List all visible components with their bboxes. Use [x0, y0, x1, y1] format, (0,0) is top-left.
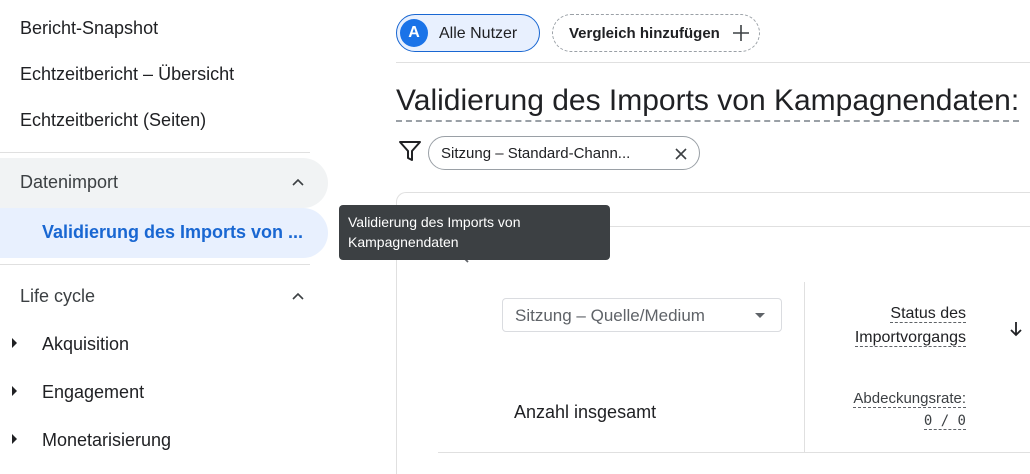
coverage-rate: Abdeckungsrate: 0 / 0 — [853, 388, 966, 432]
total-row-label: Anzahl insgesamt — [514, 402, 657, 422]
arrow-down-icon[interactable] — [1008, 320, 1024, 338]
sidebar: Bericht-Snapshot Echtzeitbericht – Übers… — [0, 0, 340, 474]
caret-right-icon[interactable] — [12, 338, 17, 348]
nav-divider — [0, 152, 310, 153]
column-header-line: Status des — [890, 305, 966, 323]
filter-chip-label: Sitzung – Standard-Chann... — [441, 145, 631, 162]
add-comparison-button[interactable]: Vergleich hinzufügen — [552, 14, 760, 52]
coverage-label: Abdeckungsrate: — [853, 390, 966, 408]
add-comparison-label: Vergleich hinzufügen — [569, 25, 720, 42]
close-icon[interactable] — [673, 146, 689, 162]
nav-item-bericht-snapshot[interactable]: Bericht-Snapshot — [20, 18, 158, 39]
nav-item-echtzeit-seiten[interactable]: Echtzeitbericht (Seiten) — [20, 110, 206, 131]
dimension-select-value: Sitzung – Quelle/Medium — [515, 306, 705, 325]
nav-item-label: Validierung des Imports von ... — [42, 222, 304, 242]
plus-icon — [733, 25, 749, 41]
nav-section-life-cycle[interactable]: Life cycle — [0, 272, 328, 322]
column-header-import-status[interactable]: Status des Importvorgangs — [854, 302, 966, 350]
nav-item-label: Engagement — [42, 382, 145, 402]
nav-item-akquisition[interactable]: Akquisition — [0, 324, 328, 364]
nav-section-label: Life cycle — [20, 286, 96, 306]
tooltip: Validierung des Imports von Kampagnendat… — [339, 205, 610, 260]
column-divider — [804, 282, 805, 452]
page-title[interactable]: Validierung des Imports von Kampagnendat… — [396, 84, 1020, 122]
avatar: A — [400, 19, 428, 47]
chevron-up-icon — [292, 178, 304, 186]
coverage-value: 0 / 0 — [923, 413, 966, 430]
user-segment-label: Alle Nutzer — [439, 25, 518, 42]
nav-item-validierung-imports[interactable]: Validierung des Imports von ... — [0, 208, 328, 258]
chevron-up-icon — [292, 292, 304, 300]
filter-icon[interactable] — [398, 140, 422, 162]
nav-item-engagement[interactable]: Engagement — [0, 372, 328, 412]
nav-section-label: Datenimport — [20, 172, 119, 192]
table-bottom-divider — [438, 452, 1030, 453]
nav-section-datenimport[interactable]: Datenimport — [0, 158, 328, 208]
nav-item-label: Monetarisierung — [42, 430, 172, 450]
nav-item-label: Akquisition — [42, 334, 130, 354]
header-divider — [396, 62, 1030, 63]
nav-divider — [0, 264, 310, 265]
nav-item-echtzeit-uebersicht[interactable]: Echtzeitbericht – Übersicht — [20, 64, 234, 85]
nav-item-monetarisierung[interactable]: Monetarisierung — [0, 420, 328, 460]
dimension-select[interactable]: Sitzung – Quelle/Medium — [502, 298, 782, 332]
user-segment-chip[interactable]: A Alle Nutzer — [396, 14, 540, 52]
caret-right-icon[interactable] — [12, 434, 17, 444]
column-header-line: Importvorgangs — [854, 329, 966, 347]
caret-down-icon — [755, 313, 765, 318]
filter-chip[interactable]: Sitzung – Standard-Chann... — [428, 136, 700, 170]
caret-right-icon[interactable] — [12, 386, 17, 396]
